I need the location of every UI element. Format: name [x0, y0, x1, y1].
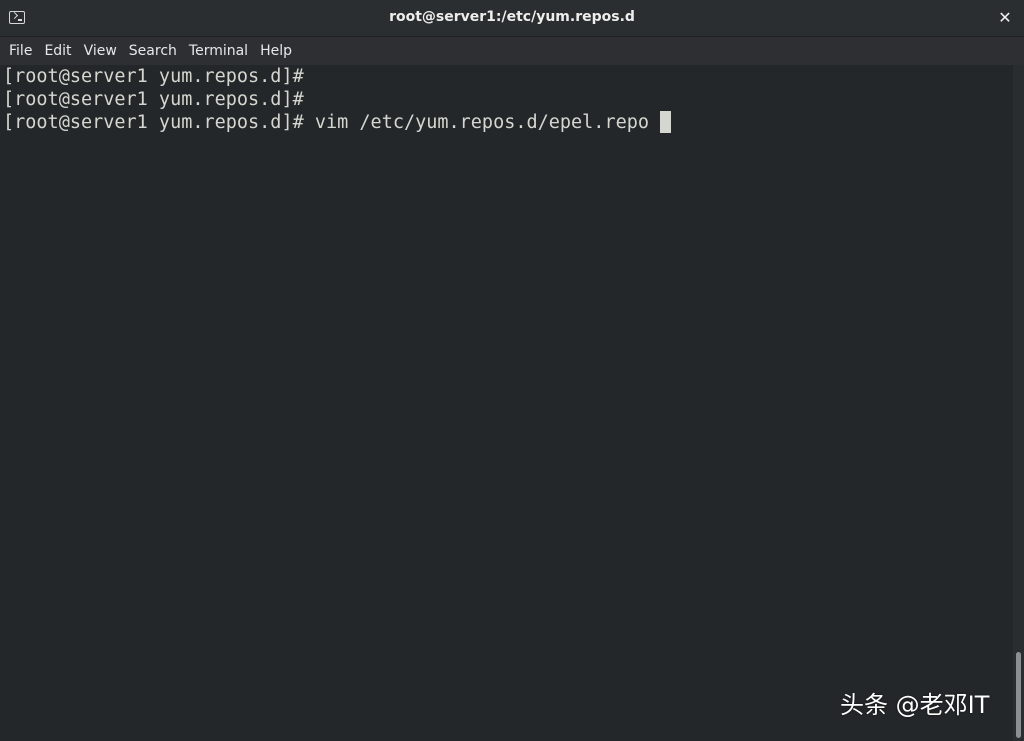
menu-terminal[interactable]: Terminal [183, 37, 254, 65]
scrollbar[interactable] [1013, 65, 1024, 741]
menu-search[interactable]: Search [123, 37, 183, 65]
menu-file[interactable]: File [3, 37, 38, 65]
scrollbar-thumb[interactable] [1016, 652, 1021, 738]
terminal-cursor [660, 111, 672, 133]
terminal-line-current: [root@server1 yum.repos.d]# vim /etc/yum… [3, 111, 1013, 134]
menu-view[interactable]: View [78, 37, 123, 65]
terminal-line: [root@server1 yum.repos.d]# [3, 66, 304, 87]
terminal-output[interactable]: [root@server1 yum.repos.d]# [root@server… [0, 65, 1013, 741]
close-button[interactable]: ✕ [994, 7, 1016, 29]
terminal-command: [root@server1 yum.repos.d]# vim /etc/yum… [3, 112, 650, 133]
terminal-line: [root@server1 yum.repos.d]# [3, 89, 304, 110]
menu-edit[interactable]: Edit [38, 37, 77, 65]
watermark: 头条 @老邓IT [840, 691, 990, 719]
menu-help[interactable]: Help [254, 37, 298, 65]
window-title: root@server1:/etc/yum.repos.d [389, 9, 635, 25]
window-titlebar: root@server1:/etc/yum.repos.d ✕ [0, 0, 1024, 37]
menu-bar: File Edit View Search Terminal Help [0, 37, 1024, 65]
